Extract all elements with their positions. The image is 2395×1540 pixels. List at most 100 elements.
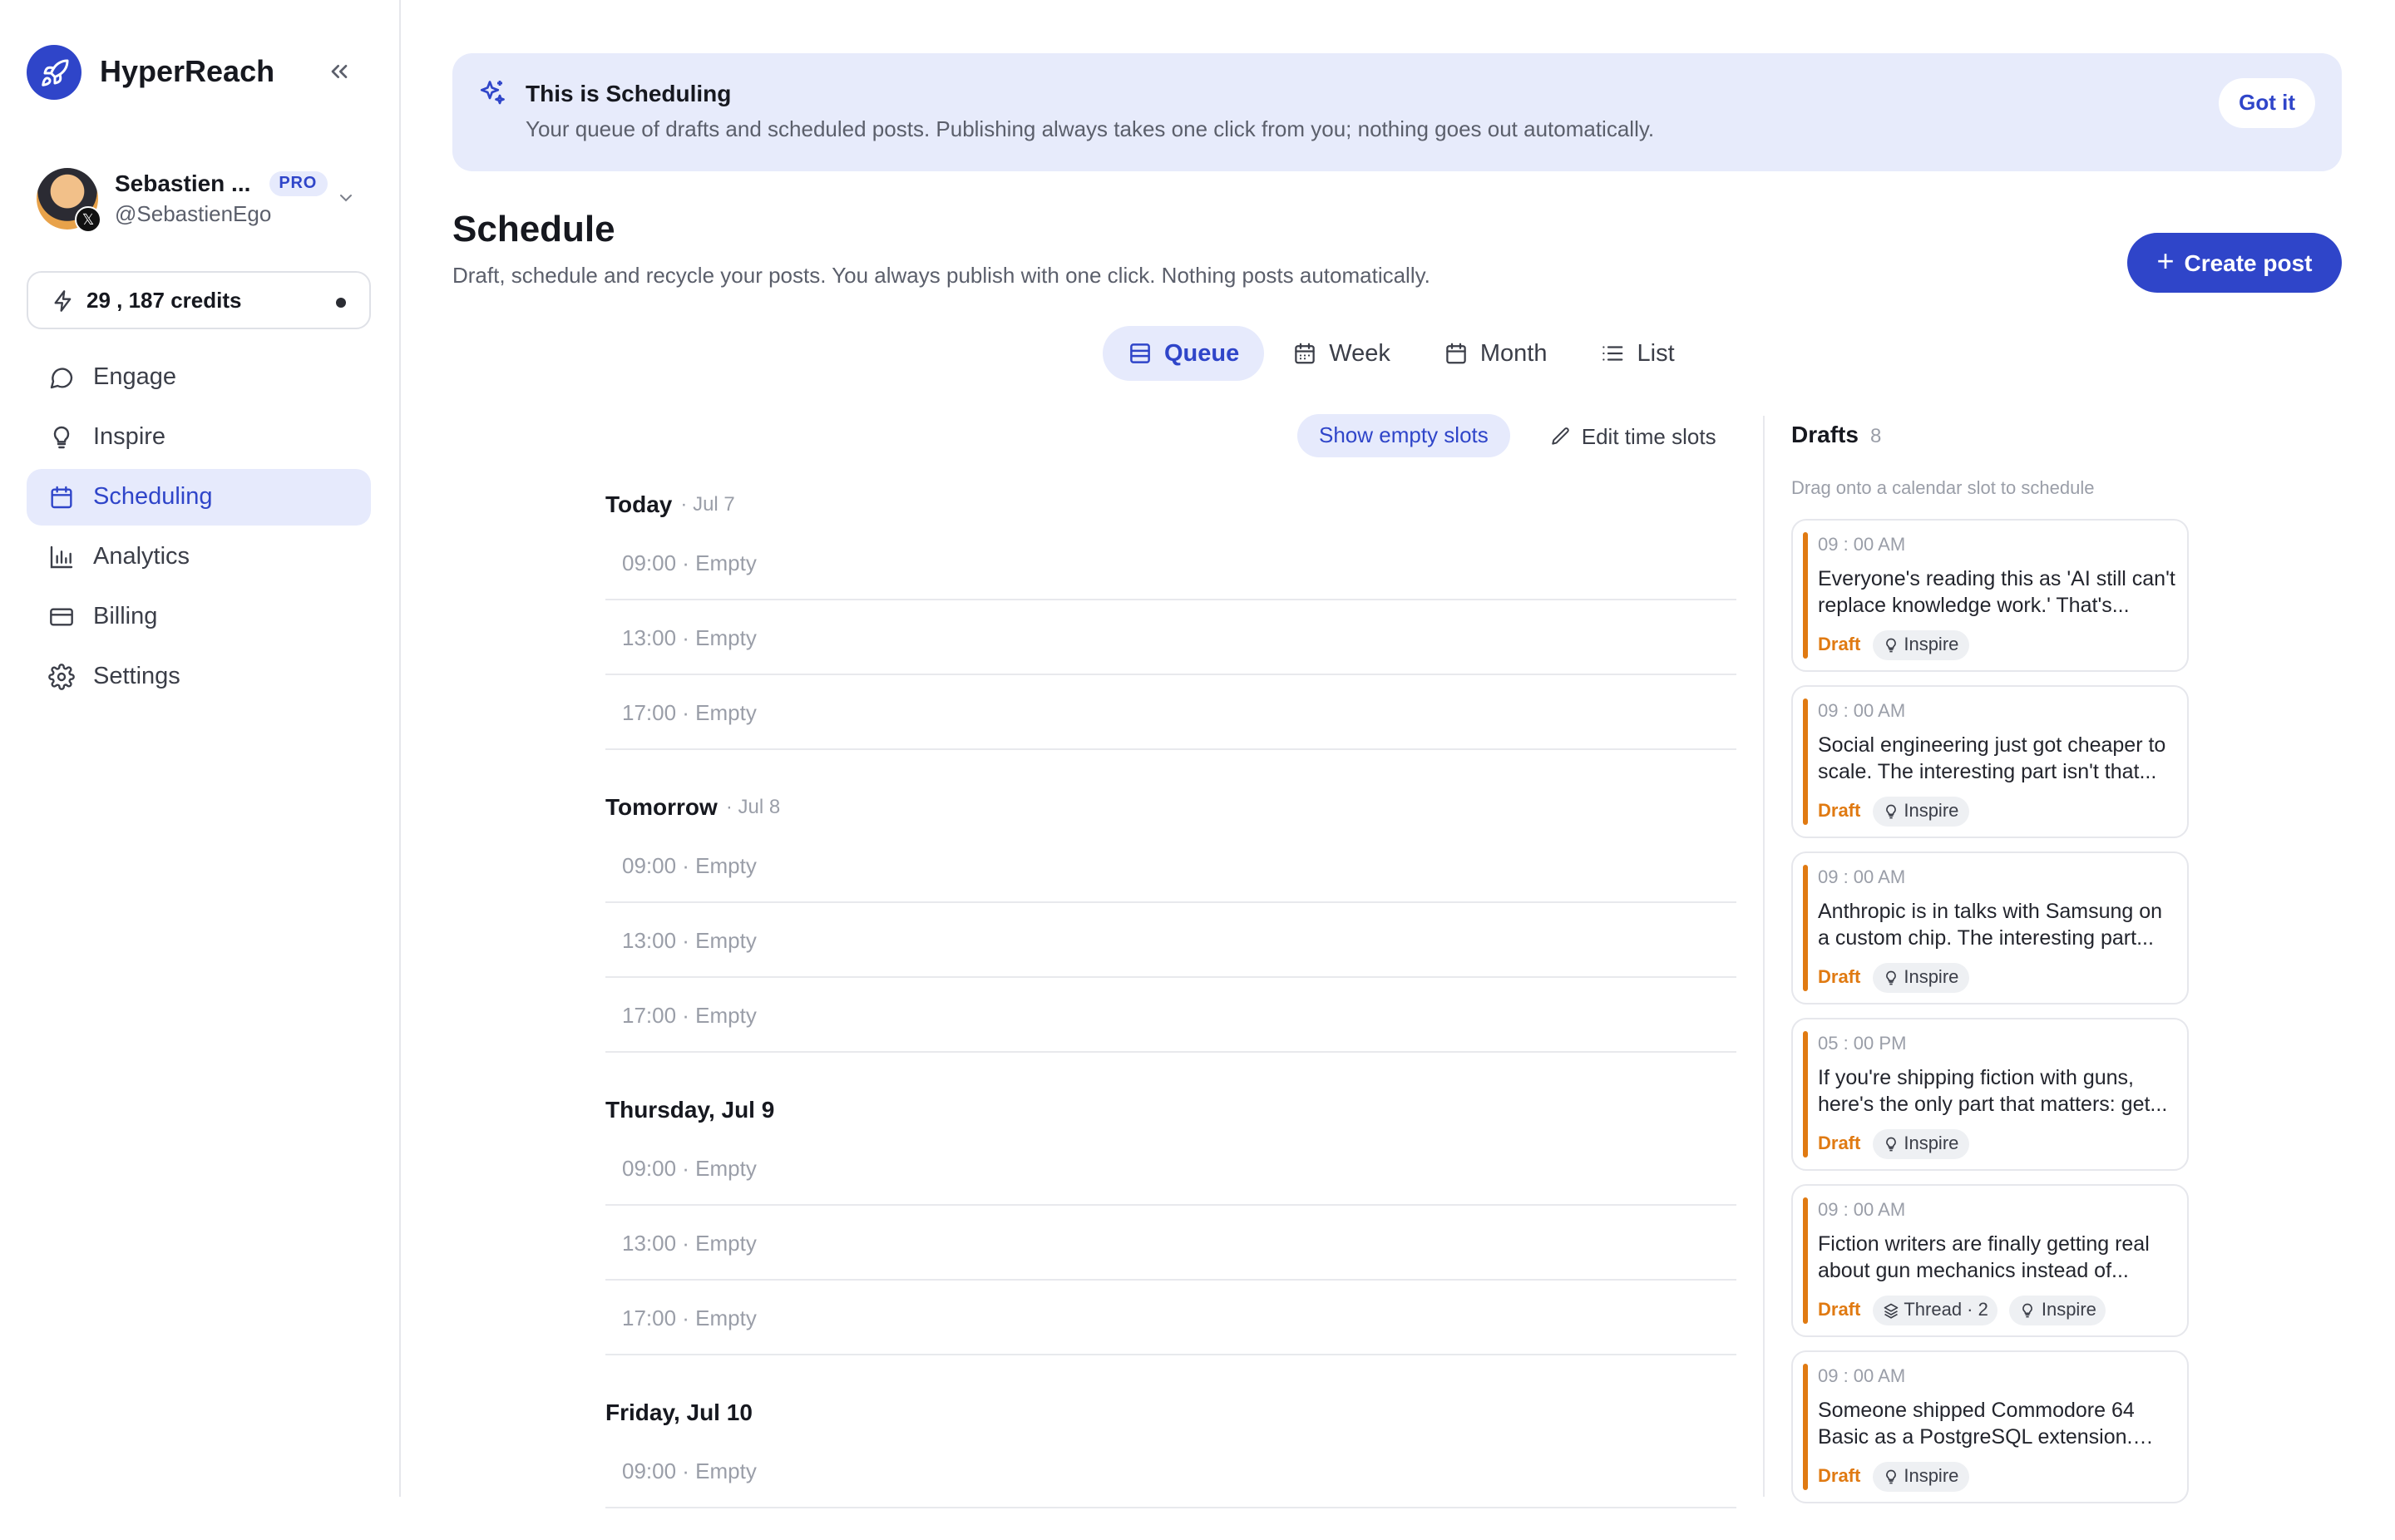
draft-accent-bar	[1803, 1197, 1808, 1324]
list-icon	[1601, 341, 1626, 366]
nav-item-analytics[interactable]: Analytics	[27, 529, 371, 585]
inspire-chip: Inspire	[1872, 630, 1969, 660]
empty-slot[interactable]: 17:00 · Empty	[605, 1282, 1736, 1355]
draft-card[interactable]: 09 : 00 AM Social engineering just got c…	[1791, 685, 2189, 838]
draft-time: 09 : 00 AM	[1818, 1201, 1906, 1221]
empty-slot[interactable]: 17:00 · Empty	[605, 677, 1736, 750]
profile-handle: @SebastienEgo	[115, 201, 272, 226]
day-label: Tomorrow	[605, 792, 718, 819]
edit-time-slots-button[interactable]: Edit time slots	[1550, 423, 1716, 448]
got-it-button[interactable]: Got it	[2219, 78, 2315, 128]
tab-queue[interactable]: Queue	[1103, 326, 1265, 381]
draft-accent-bar	[1803, 698, 1808, 825]
draft-accent-bar	[1803, 1364, 1808, 1490]
calendar-icon	[47, 482, 77, 512]
lightning-icon	[52, 289, 75, 312]
draft-card[interactable]: 09 : 00 AM Someone shipped Commodore 64 …	[1791, 1350, 2189, 1503]
day-group: Tomorrow · Jul 8 09:00 · Empty 13:00 · E…	[605, 782, 1736, 1053]
empty-slot[interactable]: 13:00 · Empty	[605, 905, 1736, 978]
profile-name: Sebastien ...	[115, 170, 251, 196]
draft-card[interactable]: 09 : 00 AM Everyone's reading this as 'A…	[1791, 519, 2189, 672]
account-switcher[interactable]: 𝕏 Sebastien ... PRO @SebastienEgo	[37, 166, 363, 232]
nav-label: Engage	[93, 364, 176, 391]
drafts-list: 09 : 00 AM Everyone's reading this as 'A…	[1791, 519, 2189, 1517]
nav-item-billing[interactable]: Billing	[27, 589, 371, 645]
tab-month[interactable]: Month	[1419, 326, 1573, 381]
day-header: Friday, Jul 10	[605, 1387, 1736, 1435]
pro-badge: PRO	[269, 170, 328, 195]
draft-card[interactable]: 09 : 00 AM Anthropic is in talks with Sa…	[1791, 851, 2189, 1004]
day-group: Today · Jul 7 09:00 · Empty 13:00 · Empt…	[605, 479, 1736, 750]
inspire-chip: Inspire	[1872, 797, 1969, 827]
chip-label: Inspire	[1904, 1467, 1959, 1487]
banner-text: Your queue of drafts and scheduled posts…	[526, 116, 1655, 141]
tab-label: List	[1637, 340, 1675, 367]
page-title: Schedule	[452, 208, 615, 249]
draft-card[interactable]: 05 : 00 PM If you're shipping fiction wi…	[1791, 1018, 2189, 1171]
draft-card[interactable]: 09 : 00 AM Fiction writers are finally g…	[1791, 1184, 2189, 1337]
x-logo-icon: 𝕏	[75, 205, 101, 232]
bar-chart-icon	[47, 542, 77, 572]
create-post-button[interactable]: + Create post	[2127, 233, 2342, 293]
empty-slot[interactable]: 09:00 · Empty	[605, 527, 1736, 600]
panel-divider	[1763, 416, 1765, 1497]
empty-slot[interactable]: 09:00 · Empty	[605, 830, 1736, 903]
show-empty-slots-toggle[interactable]: Show empty slots	[1297, 414, 1510, 457]
draft-text: Fiction writers are finally getting real…	[1818, 1232, 2150, 1282]
tab-week[interactable]: Week	[1267, 326, 1415, 381]
day-header: Thursday, Jul 9	[605, 1084, 1736, 1133]
draft-text: If you're shipping fiction with guns, he…	[1818, 1066, 2168, 1116]
nav-label: Settings	[93, 664, 180, 690]
empty-slot[interactable]: 17:00 · Empty	[605, 980, 1736, 1053]
main-nav: Engage Inspire Scheduling Analytics Bill…	[27, 349, 371, 708]
nav-item-settings[interactable]: Settings	[27, 649, 371, 705]
nav-label: Analytics	[93, 544, 190, 570]
lightbulb-icon	[1882, 803, 1899, 820]
banner-title: This is Scheduling	[526, 80, 732, 106]
drafts-header: Drafts 8	[1791, 421, 1881, 447]
draft-text: Someone shipped Commodore 64 Basic as a …	[1818, 1399, 2135, 1449]
chip-label: Thread · 2	[1904, 1301, 1988, 1320]
draft-text: Anthropic is in talks with Samsung on a …	[1818, 900, 2163, 950]
draft-text: Everyone's reading this as 'AI still can…	[1818, 567, 2175, 617]
inspire-chip: Inspire	[1872, 1462, 1969, 1492]
inspire-chip: Inspire	[1872, 1129, 1969, 1159]
page-subtitle: Draft, schedule and recycle your posts. …	[452, 263, 1430, 288]
tab-list[interactable]: List	[1576, 326, 1700, 381]
lightbulb-icon	[2020, 1302, 2037, 1319]
lightbulb-icon	[1882, 1468, 1899, 1485]
draft-time: 09 : 00 AM	[1818, 1367, 1906, 1387]
day-group: Friday, Jul 10 09:00 · Empty	[605, 1387, 1736, 1508]
calendar-week-icon	[1292, 341, 1317, 366]
thread-chip: Thread · 2	[1872, 1296, 1998, 1325]
sidebar: HyperReach 𝕏 Sebastien ... PRO @Sebastie…	[0, 0, 401, 1497]
nav-item-engage[interactable]: Engage	[27, 349, 371, 406]
day-header: Tomorrow · Jul 8	[605, 782, 1736, 830]
queue-list: Today · Jul 7 09:00 · Empty 13:00 · Empt…	[605, 479, 1736, 1540]
empty-slot[interactable]: 13:00 · Empty	[605, 602, 1736, 675]
draft-time: 05 : 00 PM	[1818, 1034, 1907, 1054]
chip-label: Inspire	[1904, 802, 1959, 822]
gear-icon	[47, 662, 77, 692]
nav-item-inspire[interactable]: Inspire	[27, 409, 371, 466]
draft-status: Draft	[1818, 1467, 1861, 1487]
credits-balance[interactable]: 29 , 187 credits	[27, 271, 371, 329]
collapse-sidebar-icon[interactable]	[323, 55, 356, 88]
brand[interactable]: HyperReach	[27, 45, 274, 100]
tab-label: Month	[1479, 340, 1548, 367]
draft-status: Draft	[1818, 1134, 1861, 1154]
day-header: Today · Jul 7	[605, 479, 1736, 527]
draft-accent-bar	[1803, 532, 1808, 659]
draft-status: Draft	[1818, 968, 1861, 988]
drafts-hint: Drag onto a calendar slot to schedule	[1791, 479, 2095, 499]
drafts-count: 8	[1869, 424, 1882, 447]
draft-time: 09 : 00 AM	[1818, 868, 1906, 888]
queue-icon	[1128, 341, 1153, 366]
empty-slot[interactable]: 13:00 · Empty	[605, 1207, 1736, 1281]
nav-item-scheduling[interactable]: Scheduling	[27, 469, 371, 526]
empty-slot[interactable]: 09:00 · Empty	[605, 1435, 1736, 1508]
empty-slot[interactable]: 09:00 · Empty	[605, 1133, 1736, 1206]
day-label: Today	[605, 490, 673, 516]
day-date: · Jul 8	[725, 794, 781, 817]
edit-slots-label: Edit time slots	[1581, 423, 1716, 448]
